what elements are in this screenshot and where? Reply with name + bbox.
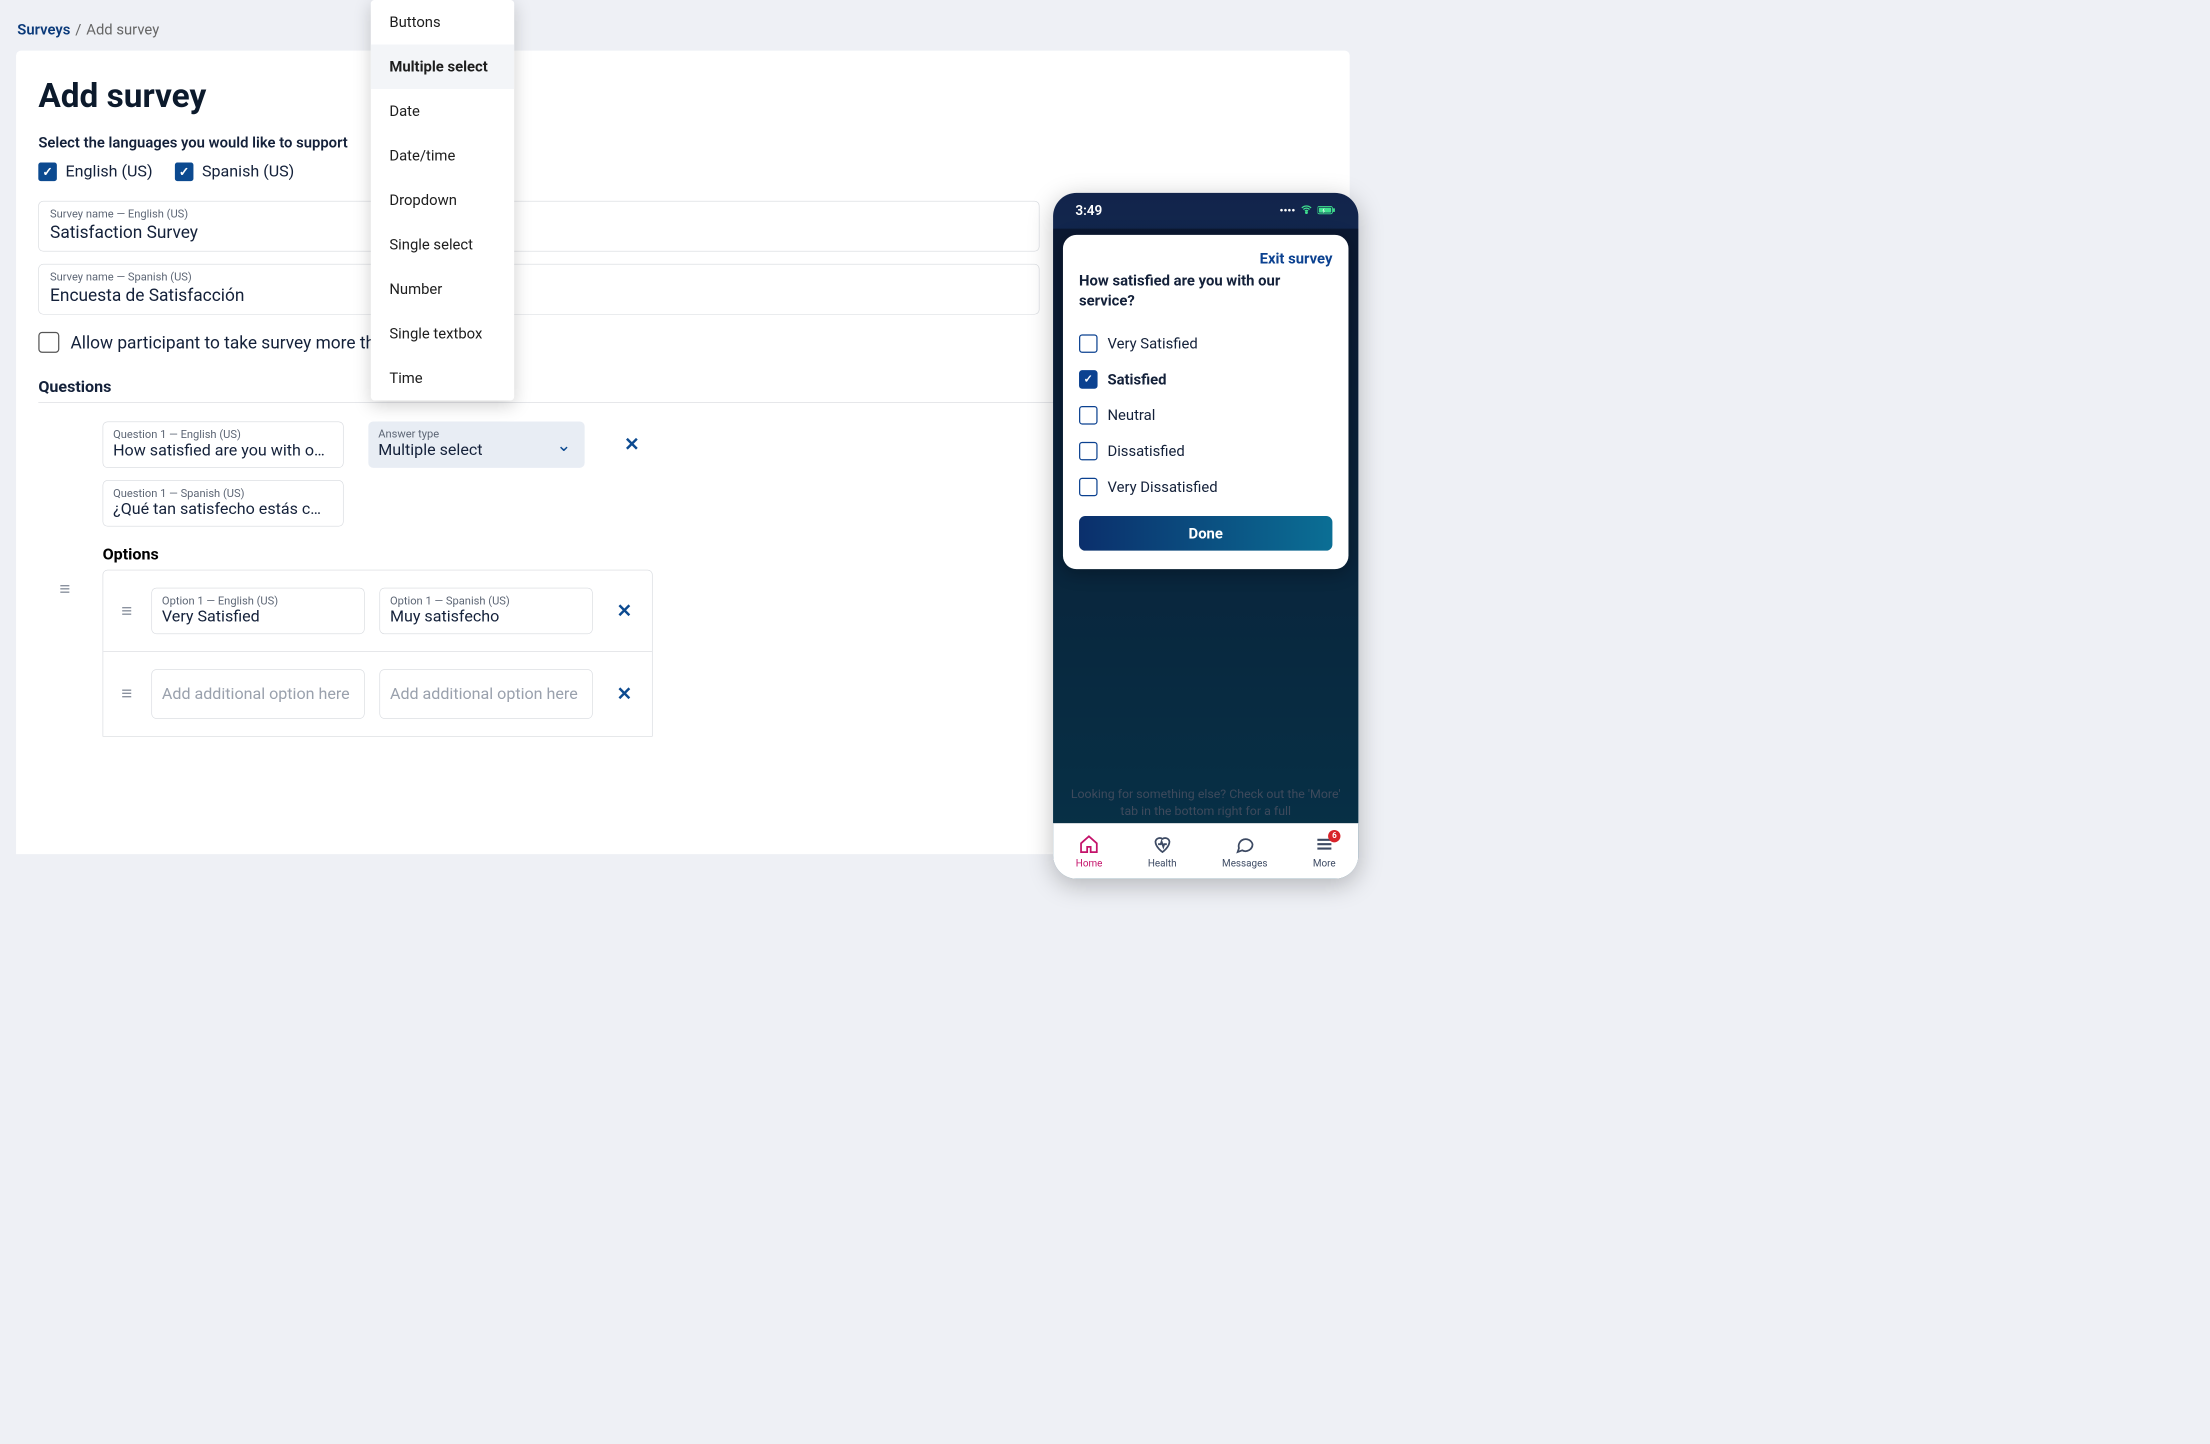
drag-handle-icon[interactable]: ≡: [59, 586, 70, 593]
exit-survey-link[interactable]: Exit survey: [1079, 250, 1332, 267]
phone-status-icons: ••••: [1280, 203, 1337, 218]
option-english-input[interactable]: Option 1 — English (US) Very Satisfied: [151, 588, 364, 634]
field-value: Muy satisfecho: [390, 607, 582, 626]
field-label: Option 1 — English (US): [162, 595, 354, 608]
phone-tabbar: Home Health Messages 6 More: [1053, 823, 1358, 879]
answer-type-select[interactable]: Answer type Multiple select ⌄: [368, 421, 584, 467]
message-icon: [1234, 834, 1255, 855]
allow-repeat-label: Allow participant to take survey more th…: [70, 332, 394, 352]
answer-type-dropdown-menu: Buttons Multiple select Date Date/time D…: [371, 0, 514, 400]
checkbox-icon: [1079, 406, 1098, 425]
tab-label: Messages: [1222, 857, 1267, 869]
question-english-input[interactable]: Question 1 — English (US) How satisfied …: [103, 421, 344, 467]
survey-option-neutral[interactable]: Neutral: [1079, 397, 1332, 433]
delete-option-button[interactable]: ✕: [617, 600, 633, 622]
language-spanish-checkbox[interactable]: Spanish (US): [175, 163, 294, 182]
checkbox-icon: [38, 163, 57, 182]
language-english-label: English (US): [66, 163, 153, 182]
battery-icon: [1318, 204, 1337, 217]
phone-status-bar: 3:49 ••••: [1053, 193, 1358, 229]
checkbox-icon: [175, 163, 194, 182]
breadcrumb: Surveys / Add survey: [0, 0, 1366, 51]
language-spanish-label: Spanish (US): [202, 163, 294, 182]
survey-option-label: Dissatisfied: [1107, 442, 1184, 459]
language-english-checkbox[interactable]: English (US): [38, 163, 152, 182]
option-row-new: ≡ Add additional option here Add additio…: [103, 652, 652, 736]
survey-question: How satisfied are you with our service?: [1079, 271, 1332, 311]
survey-option-label: Very Satisfied: [1107, 335, 1197, 352]
breadcrumb-root[interactable]: Surveys: [17, 21, 70, 38]
dropdown-item-single-select[interactable]: Single select: [371, 222, 514, 266]
survey-option-dissatisfied[interactable]: Dissatisfied: [1079, 433, 1332, 469]
dropdown-item-number[interactable]: Number: [371, 267, 514, 311]
tab-messages[interactable]: Messages: [1222, 834, 1267, 869]
dropdown-item-multiple-select[interactable]: Multiple select: [371, 44, 514, 88]
drag-handle-icon[interactable]: ≡: [117, 607, 137, 614]
field-value: How satisfied are you with o…: [113, 441, 333, 460]
placeholder-text: Add additional option here: [162, 685, 354, 704]
option-english-input-new[interactable]: Add additional option here: [151, 669, 364, 718]
survey-option-satisfied[interactable]: Satisfied: [1079, 361, 1332, 397]
dropdown-item-time[interactable]: Time: [371, 356, 514, 400]
page-title: Add survey: [38, 77, 1327, 116]
checkbox-icon: [1079, 334, 1098, 353]
survey-name-spanish-input[interactable]: Survey name — Spanish (US) Encuesta de S…: [38, 264, 1039, 315]
survey-modal: Exit survey How satisfied are you with o…: [1063, 235, 1349, 569]
checkbox-icon: [1079, 478, 1098, 497]
badge: 6: [1328, 830, 1340, 842]
dropdown-item-date[interactable]: Date: [371, 89, 514, 133]
field-label: Option 1 — Spanish (US): [390, 595, 582, 608]
survey-option-very-satisfied[interactable]: Very Satisfied: [1079, 326, 1332, 362]
signal-icon: ••••: [1280, 204, 1296, 217]
phone-hint-text: Looking for something else? Check out th…: [1065, 785, 1346, 820]
tab-health[interactable]: Health: [1148, 834, 1177, 869]
drag-handle-icon[interactable]: ≡: [117, 690, 137, 697]
field-value: Satisfaction Survey: [50, 222, 1028, 242]
tab-label: Home: [1076, 857, 1103, 869]
survey-option-label: Very Dissatisfied: [1107, 478, 1217, 495]
tab-label: Health: [1148, 857, 1177, 869]
field-value: ¿Qué tan satisfecho estás c…: [113, 500, 333, 519]
dropdown-item-datetime[interactable]: Date/time: [371, 133, 514, 177]
tab-home[interactable]: Home: [1076, 834, 1103, 869]
phone-preview: 3:49 •••• Exit survey How satisfied are …: [1053, 193, 1358, 879]
checkbox-icon: [1079, 370, 1098, 389]
breadcrumb-sep: /: [75, 21, 81, 38]
survey-option-label: Satisfied: [1107, 371, 1166, 388]
chevron-down-icon: ⌄: [557, 434, 572, 454]
field-value: Very Satisfied: [162, 607, 354, 626]
wifi-icon: [1300, 203, 1312, 218]
option-spanish-input-new[interactable]: Add additional option here: [379, 669, 592, 718]
field-label: Answer type: [378, 428, 575, 441]
language-label: Select the languages you would like to s…: [38, 134, 1327, 151]
survey-option-label: Neutral: [1107, 407, 1155, 424]
phone-time: 3:49: [1075, 203, 1102, 218]
field-label: Survey name — English (US): [50, 208, 1028, 221]
survey-name-english-input[interactable]: Survey name — English (US) Satisfaction …: [38, 201, 1039, 252]
delete-question-button[interactable]: ✕: [624, 434, 640, 456]
done-button[interactable]: Done: [1079, 516, 1332, 551]
field-label: Question 1 — English (US): [113, 428, 333, 441]
delete-option-button[interactable]: ✕: [617, 683, 633, 705]
options-container: ≡ Option 1 — English (US) Very Satisfied…: [103, 570, 653, 737]
dropdown-item-buttons[interactable]: Buttons: [371, 0, 514, 44]
breadcrumb-current: Add survey: [86, 21, 159, 38]
option-spanish-input[interactable]: Option 1 — Spanish (US) Muy satisfecho: [379, 588, 592, 634]
tab-more[interactable]: 6 More: [1313, 834, 1336, 869]
question-spanish-input[interactable]: Question 1 — Spanish (US) ¿Qué tan satis…: [103, 480, 344, 526]
dropdown-item-single-textbox[interactable]: Single textbox: [371, 311, 514, 355]
field-label: Survey name — Spanish (US): [50, 271, 1028, 284]
dropdown-item-dropdown[interactable]: Dropdown: [371, 178, 514, 222]
survey-option-very-dissatisfied[interactable]: Very Dissatisfied: [1079, 469, 1332, 505]
heart-icon: [1152, 834, 1173, 855]
checkbox-icon: [1079, 442, 1098, 461]
field-value: Multiple select: [378, 441, 575, 460]
home-icon: [1079, 834, 1100, 855]
field-label: Question 1 — Spanish (US): [113, 487, 333, 500]
checkbox-icon: [38, 332, 59, 353]
tab-label: More: [1313, 857, 1336, 869]
field-value: Encuesta de Satisfacción: [50, 285, 1028, 305]
placeholder-text: Add additional option here: [390, 685, 582, 704]
option-row: ≡ Option 1 — English (US) Very Satisfied…: [103, 570, 652, 652]
